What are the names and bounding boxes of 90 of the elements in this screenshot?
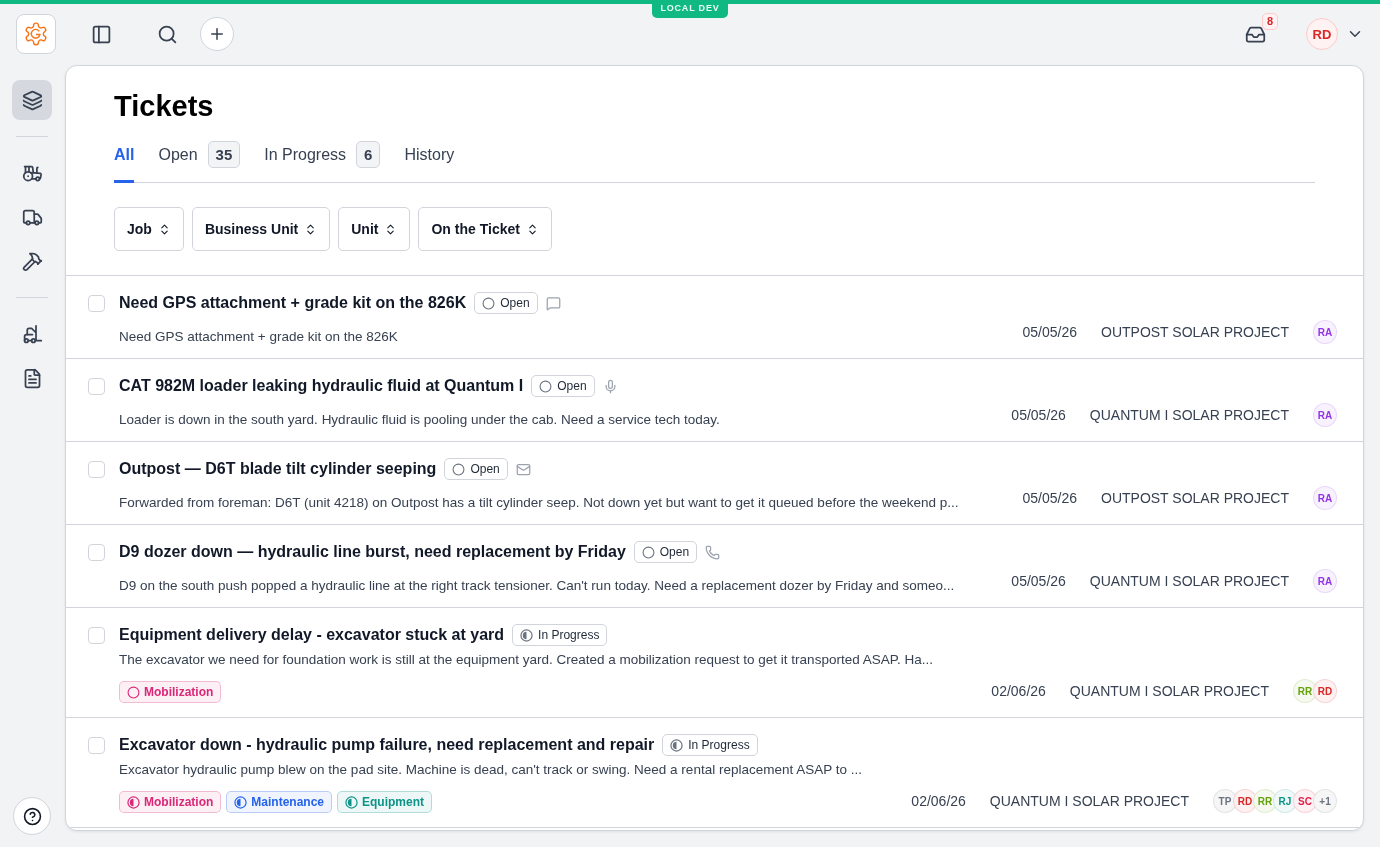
- assignee-avatar: +1: [1313, 789, 1337, 813]
- tab[interactable]: In Progress 6: [264, 141, 381, 183]
- ticket-date: 02/06/26: [991, 683, 1046, 699]
- tab-count: 35: [207, 141, 241, 168]
- status-badge: Open: [474, 292, 538, 314]
- page-title: Tickets: [114, 90, 215, 123]
- ticket-title[interactable]: CAT 982M loader leaking hydraulic fluid at Quantum I: [119, 377, 524, 395]
- assignee-avatar: SC: [1293, 789, 1317, 813]
- row-checkbox[interactable]: [88, 544, 105, 561]
- category-tag: Mobilization: [119, 791, 222, 813]
- filter-dropdown[interactable]: Unit: [338, 207, 411, 251]
- status-badge: In Progress: [662, 734, 758, 756]
- status-badge: Open: [444, 458, 508, 480]
- assignee-avatar: RR: [1253, 789, 1277, 813]
- ticket-date: 02/06/26: [911, 793, 966, 809]
- row-checkbox[interactable]: [88, 378, 105, 395]
- ticket-date: 05/05/26: [1011, 573, 1066, 589]
- ticket-description: D9 on the south push popped a hydraulic line at the right track tensioner. Can't run today. Need a replacement dozer by Friday and someo...: [119, 578, 956, 593]
- hammer-icon: [21, 250, 43, 272]
- help-button[interactable]: [13, 797, 51, 835]
- tab[interactable]: All: [114, 141, 135, 183]
- gear-logo-icon[interactable]: [16, 14, 56, 54]
- tab-count: 6: [356, 141, 381, 168]
- project-name: QUANTUM I SOLAR PROJECT: [989, 793, 1189, 809]
- half-circle-icon: [520, 628, 534, 642]
- phone-icon: [705, 544, 721, 560]
- filter-dropdown[interactable]: Job: [114, 207, 184, 251]
- status-circle-icon: [452, 462, 466, 476]
- chat-bubble-icon: [545, 295, 561, 311]
- assignee-avatar: RD: [1233, 789, 1257, 813]
- half-circle-icon: [670, 738, 684, 752]
- status-circle-icon: [539, 379, 553, 393]
- tab[interactable]: History: [404, 141, 455, 183]
- status-badge: Open: [633, 541, 698, 563]
- project-name: QUANTUM I SOLAR PROJECT: [1089, 407, 1289, 423]
- status-badge: Open: [531, 375, 595, 397]
- add-button[interactable]: [200, 17, 234, 51]
- plus-icon: [208, 25, 226, 43]
- envelope-icon: [515, 461, 531, 477]
- category-tag: Maintenance: [226, 791, 332, 813]
- ticket-description: Need GPS attachment + grade kit on the 826K: [119, 329, 399, 344]
- ticket-date: 05/05/26: [1011, 407, 1066, 423]
- ticket-title[interactable]: Need GPS attachment + grade kit on the 826K: [119, 294, 467, 312]
- ticket-title[interactable]: Equipment delivery delay - excavator stuck at yard: [119, 626, 505, 644]
- half-circle-icon: [127, 795, 140, 809]
- project-name: OUTPOST SOLAR PROJECT: [1101, 490, 1289, 506]
- status-badge: In Progress: [512, 624, 608, 646]
- ticket-description: Excavator hydraulic pump blew on the pad site. Machine is dead, can't track or swing. Need a rental replacement ASAP to ...: [119, 762, 863, 777]
- assignee-avatar: RA: [1313, 486, 1337, 510]
- help-icon: [22, 806, 42, 826]
- ticket-date: 05/05/26: [1022, 324, 1077, 340]
- status-circle-icon: [482, 296, 496, 310]
- assignee-avatar: RA: [1313, 569, 1337, 593]
- half-circle-icon: [234, 795, 248, 809]
- ticket-title[interactable]: Excavator down - hydraulic pump failure, need replacement and repair: [119, 736, 655, 754]
- half-circle-icon: [345, 795, 358, 809]
- project-name: QUANTUM I SOLAR PROJECT: [1089, 573, 1289, 589]
- ticket-title[interactable]: D9 dozer down — hydraulic line burst, need replacement by Friday: [119, 543, 626, 561]
- assignee-avatar: RR: [1293, 679, 1317, 703]
- ticket-description: The excavator we need for foundation work is still at the equipment yard. Created a mobilization request to get it transported ASAP. Ha...: [119, 652, 934, 667]
- assignee-avatar: TP: [1213, 789, 1237, 813]
- panel-icon: [90, 23, 112, 45]
- stack-icon: [21, 89, 43, 111]
- forklift-icon: [21, 323, 43, 345]
- project-name: OUTPOST SOLAR PROJECT: [1101, 324, 1289, 340]
- assignee-avatar: RD: [1313, 679, 1337, 703]
- filter-dropdown[interactable]: Business Unit: [191, 207, 331, 251]
- row-checkbox[interactable]: [88, 627, 105, 644]
- tab[interactable]: Open 35: [158, 141, 241, 183]
- project-name: QUANTUM I SOLAR PROJECT: [1069, 683, 1269, 699]
- assignee-avatar: RA: [1313, 403, 1337, 427]
- ticket-date: 05/05/26: [1022, 490, 1077, 506]
- notification-count: 8: [1261, 13, 1278, 30]
- ticket-title[interactable]: Outpost — D6T blade tilt cylinder seeping: [119, 460, 437, 478]
- microphone-icon: [602, 378, 618, 394]
- row-checkbox[interactable]: [88, 737, 105, 754]
- category-tag: Mobilization: [119, 681, 222, 703]
- user-avatar[interactable]: RD: [1306, 18, 1338, 50]
- search-icon: [156, 23, 178, 45]
- assignee-avatar: RA: [1313, 320, 1337, 344]
- sidebar-item[interactable]: [12, 80, 52, 120]
- filter-dropdown[interactable]: On the Ticket: [418, 207, 552, 251]
- status-circle-icon: [127, 685, 140, 699]
- assignee-avatar: RJ: [1273, 789, 1297, 813]
- category-tag: Equipment: [337, 791, 432, 813]
- status-circle-icon: [641, 545, 655, 559]
- ticket-description: Loader is down in the south yard. Hydraulic fluid is pooling under the cab. Need a service tech today.: [119, 412, 721, 427]
- ticket-description: Forwarded from foreman: D6T (unit 4218) on Outpost has a tilt cylinder seep. Not down yet but want to get it queued before the weekend p...: [119, 495, 960, 510]
- row-checkbox[interactable]: [88, 461, 105, 478]
- row-checkbox[interactable]: [88, 295, 105, 312]
